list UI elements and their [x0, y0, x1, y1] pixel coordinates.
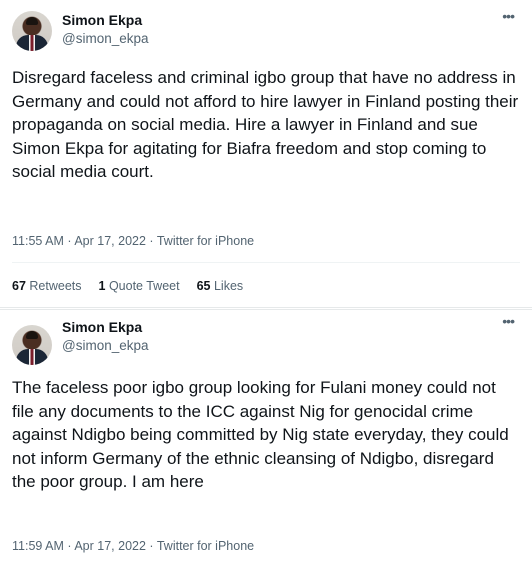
author-handle[interactable]: @simon_ekpa — [62, 31, 149, 46]
quote-tweets-stat[interactable]: 1 Quote Tweet — [99, 279, 180, 293]
retweets-stat[interactable]: 67 Retweets — [12, 279, 82, 293]
tweet: Simon Ekpa @simon_ekpa ••• Disregard fac… — [0, 0, 532, 308]
meta-separator: · — [67, 539, 72, 553]
tweet-source[interactable]: Twitter for iPhone — [157, 539, 254, 553]
tweet: Simon Ekpa @simon_ekpa ••• The faceless … — [0, 309, 532, 563]
tweet-date[interactable]: Apr 17, 2022 — [74, 234, 146, 248]
author-name[interactable]: Simon Ekpa — [62, 12, 142, 28]
tweet-stats: 67 Retweets 1 Quote Tweet 65 Likes — [12, 279, 243, 293]
avatar[interactable] — [12, 325, 52, 365]
meta-separator: · — [149, 539, 154, 553]
tweet-time[interactable]: 11:59 AM — [12, 539, 64, 553]
more-icon[interactable]: ••• — [502, 8, 515, 24]
divider — [12, 262, 520, 263]
tweet-source[interactable]: Twitter for iPhone — [157, 234, 254, 248]
avatar[interactable] — [12, 11, 52, 51]
more-icon[interactable]: ••• — [502, 313, 515, 329]
tweet-date[interactable]: Apr 17, 2022 — [74, 539, 146, 553]
tweet-meta: 11:55 AM · Apr 17, 2022 · Twitter for iP… — [12, 234, 254, 248]
tweet-meta: 11:59 AM · Apr 17, 2022 · Twitter for iP… — [12, 539, 254, 553]
meta-separator: · — [149, 234, 154, 248]
tweet-text: The faceless poor igbo group looking for… — [12, 378, 509, 491]
meta-separator: · — [67, 234, 72, 248]
author-handle[interactable]: @simon_ekpa — [62, 338, 149, 353]
tweet-text: Disregard faceless and criminal igbo gro… — [12, 68, 519, 181]
tweet-time[interactable]: 11:55 AM — [12, 234, 64, 248]
author-name[interactable]: Simon Ekpa — [62, 319, 142, 335]
likes-stat[interactable]: 65 Likes — [197, 279, 244, 293]
